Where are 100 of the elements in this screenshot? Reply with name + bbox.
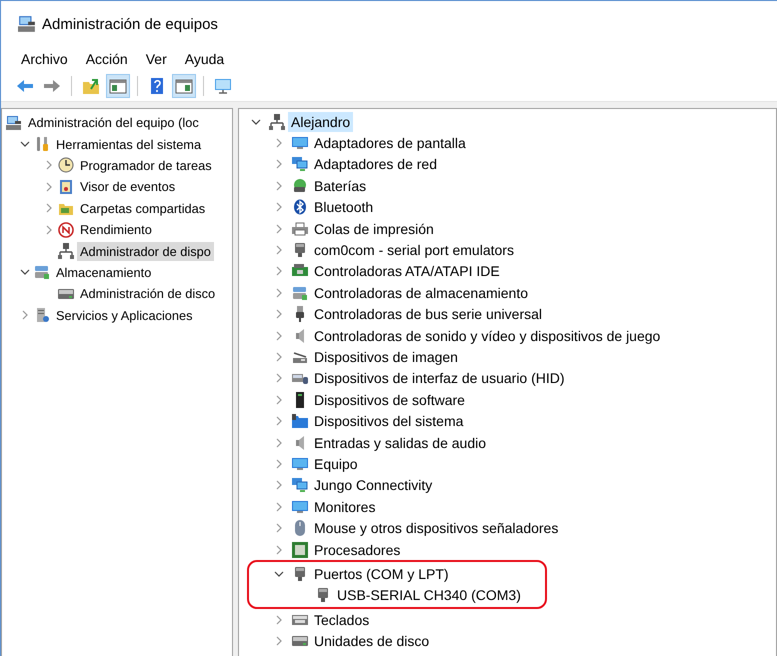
show-tree-button[interactable] (106, 74, 130, 98)
tree-item[interactable]: Dispositivos de software (311, 390, 468, 410)
tree-item[interactable]: Administración del equipo (loc (25, 113, 202, 132)
tree-item[interactable]: Controladoras ATA/ATAPI IDE (311, 261, 503, 282)
expand-chevron-icon[interactable] (20, 310, 30, 320)
expand-chevron-icon[interactable] (274, 309, 284, 320)
tree-item[interactable]: Dispositivos del sistema (311, 411, 466, 432)
bluetooth-icon (292, 199, 308, 216)
clock-icon (58, 157, 74, 174)
tree-item[interactable]: Adaptadores de pantalla (311, 133, 469, 154)
help-icon (148, 77, 166, 95)
expand-chevron-icon[interactable] (274, 373, 284, 384)
tree-item[interactable]: Rendimiento (77, 220, 155, 240)
monitor-icon (292, 135, 308, 152)
menu-item[interactable]: Ayuda (184, 51, 224, 67)
expand-chevron-icon[interactable] (274, 416, 284, 426)
expand-chevron-icon[interactable] (274, 502, 284, 512)
services-icon (34, 307, 50, 324)
expand-chevron-icon[interactable] (44, 160, 54, 170)
expand-chevron-icon[interactable] (274, 288, 284, 298)
expand-chevron-icon[interactable] (274, 245, 284, 256)
tree-item[interactable]: Jungo Connectivity (311, 475, 436, 496)
expand-chevron-icon[interactable] (274, 352, 284, 362)
storage-icon (34, 264, 50, 280)
tree-item[interactable]: Procesadores (311, 540, 404, 560)
show-pane-button[interactable] (172, 74, 196, 98)
expand-chevron-icon[interactable] (274, 159, 284, 170)
performance-icon (58, 222, 74, 238)
tree-item[interactable]: Mouse y otros dispositivos señaladores (311, 518, 562, 538)
expand-chevron-icon[interactable] (274, 544, 284, 554)
tree-item[interactable]: Monitores (311, 496, 378, 517)
network-icon (292, 156, 308, 172)
expand-chevron-icon[interactable] (274, 438, 284, 448)
tree-item[interactable]: Colas de impresión (311, 218, 437, 239)
tree-item[interactable]: com0com - serial port emulators (311, 240, 517, 260)
port-icon (292, 242, 308, 258)
tree-item[interactable]: USB-SERIAL CH340 (COM3) (334, 585, 524, 606)
expand-chevron-icon[interactable] (274, 138, 284, 148)
collapse-chevron-icon[interactable] (274, 568, 284, 579)
window-title: Administración de equipos (42, 16, 218, 32)
tree-item[interactable]: Dispositivos de interfaz de usuario (HID) (311, 368, 568, 388)
tree-item[interactable]: Adaptadores de red (311, 154, 440, 174)
tree-item[interactable]: Controladoras de sonido y vídeo y dispositivos de juego (311, 326, 664, 346)
collapse-chevron-icon[interactable] (20, 267, 30, 278)
menu-item[interactable]: Ver (146, 51, 167, 67)
expand-chevron-icon[interactable] (44, 224, 54, 235)
tree-item[interactable]: Bluetooth (311, 197, 376, 218)
folder-up-icon (82, 77, 100, 95)
tree-item[interactable]: Carpetas compartidas (77, 198, 208, 218)
computer-management-icon (18, 15, 36, 33)
expand-chevron-icon[interactable] (274, 523, 284, 534)
tree-item[interactable]: Unidades de disco (311, 631, 432, 652)
tools-icon (34, 136, 50, 152)
expand-chevron-icon[interactable] (274, 480, 284, 490)
chip-icon (292, 542, 308, 558)
tree-item[interactable]: Entradas y salidas de audio (311, 432, 489, 453)
tree-item[interactable]: Controladoras de bus serie universal (311, 304, 546, 324)
show-pane-icon (175, 77, 193, 95)
device-tree-icon (269, 114, 285, 130)
event-log-icon (58, 178, 74, 195)
tree-item[interactable]: Baterías (311, 176, 370, 196)
expand-chevron-icon[interactable] (274, 394, 284, 405)
menu-item[interactable]: Acción (86, 51, 128, 67)
battery-icon (292, 178, 308, 194)
collapse-chevron-icon[interactable] (20, 139, 30, 150)
tree-item[interactable]: Administrador de dispo (77, 242, 214, 261)
expand-chevron-icon[interactable] (274, 614, 284, 625)
tree-item[interactable]: Herramientas del sistema (53, 134, 204, 154)
tree-item[interactable]: Servicios y Aplicaciones (53, 306, 196, 325)
printer-icon (292, 220, 308, 237)
computer-icon (6, 114, 22, 131)
tree-item[interactable]: Controladoras de almacenamiento (311, 282, 532, 303)
expand-chevron-icon[interactable] (274, 636, 284, 646)
collapse-chevron-icon[interactable] (251, 116, 261, 127)
console-icon (214, 77, 232, 95)
network-icon (292, 477, 308, 494)
tree-item[interactable]: Visor de eventos (77, 177, 178, 196)
expand-chevron-icon[interactable] (274, 180, 284, 191)
mouse-icon (292, 520, 308, 536)
expand-chevron-icon[interactable] (274, 202, 284, 212)
storage-icon (292, 284, 308, 301)
tree-item[interactable]: Equipo (311, 454, 361, 474)
expand-chevron-icon[interactable] (44, 182, 54, 192)
expand-chevron-icon[interactable] (274, 266, 284, 276)
tree-item[interactable]: Teclados (311, 610, 372, 630)
tree-item[interactable]: Programador de tareas (77, 156, 215, 175)
expand-chevron-icon[interactable] (274, 224, 284, 234)
tree-item[interactable]: Almacenamiento (53, 262, 154, 282)
tree-item[interactable]: Alejandro (288, 112, 354, 132)
tree-item[interactable]: Administración de disco (77, 284, 218, 304)
tree-item[interactable]: Dispositivos de imagen (311, 346, 461, 367)
monitor-icon (292, 498, 308, 515)
expand-chevron-icon[interactable] (274, 458, 284, 469)
expand-chevron-icon[interactable] (44, 203, 54, 214)
forward-arrow-icon (43, 77, 61, 95)
monitor-icon (292, 456, 308, 472)
tree-item[interactable]: Puertos (COM y LPT) (311, 564, 452, 584)
device-tree-icon (58, 243, 74, 260)
expand-chevron-icon[interactable] (274, 330, 284, 341)
menu-item[interactable]: Archivo (21, 51, 68, 67)
